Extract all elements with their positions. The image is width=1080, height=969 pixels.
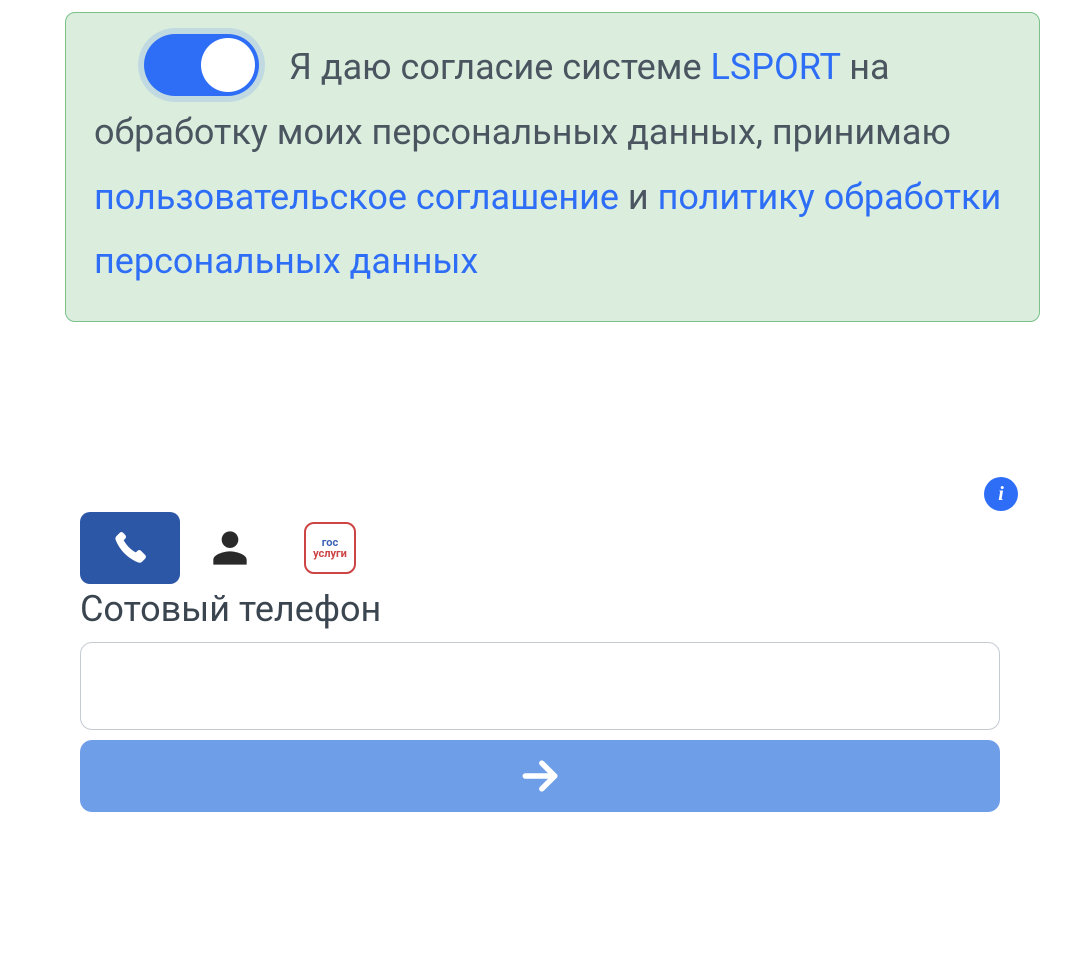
consent-text-prefix: Я даю согласие системе [289, 46, 711, 88]
consent-panel: Я даю согласие системе LSPORT на обработ… [65, 12, 1040, 322]
lsport-link[interactable]: LSPORT [711, 46, 841, 88]
user-agreement-link[interactable]: пользовательское соглашение [94, 176, 619, 218]
toggle-wrapper [144, 34, 259, 96]
arrow-right-icon [518, 754, 562, 798]
tab-gosuslugi[interactable]: гос услуги [280, 512, 380, 584]
tab-person[interactable] [180, 512, 280, 584]
phone-input[interactable] [80, 642, 1000, 730]
phone-label: Сотовый телефон [80, 588, 1000, 630]
toggle-knob [201, 38, 255, 92]
consent-toggle[interactable] [144, 34, 259, 96]
info-icon[interactable]: i [984, 477, 1018, 511]
login-section: i гос услуги Сотовый телефон [80, 512, 1000, 812]
info-glyph: i [998, 483, 1004, 506]
consent-text-mid2: и [619, 176, 658, 218]
tab-phone[interactable] [80, 512, 180, 584]
consent-content: Я даю согласие системе LSPORT на обработ… [94, 35, 1011, 293]
submit-button[interactable] [80, 740, 1000, 812]
phone-icon [111, 529, 149, 567]
gosuslugi-icon: гос услуги [304, 522, 356, 574]
person-icon [210, 528, 250, 568]
gosuslugi-line2: услуги [313, 548, 347, 559]
login-tabs: гос услуги [80, 512, 1000, 584]
